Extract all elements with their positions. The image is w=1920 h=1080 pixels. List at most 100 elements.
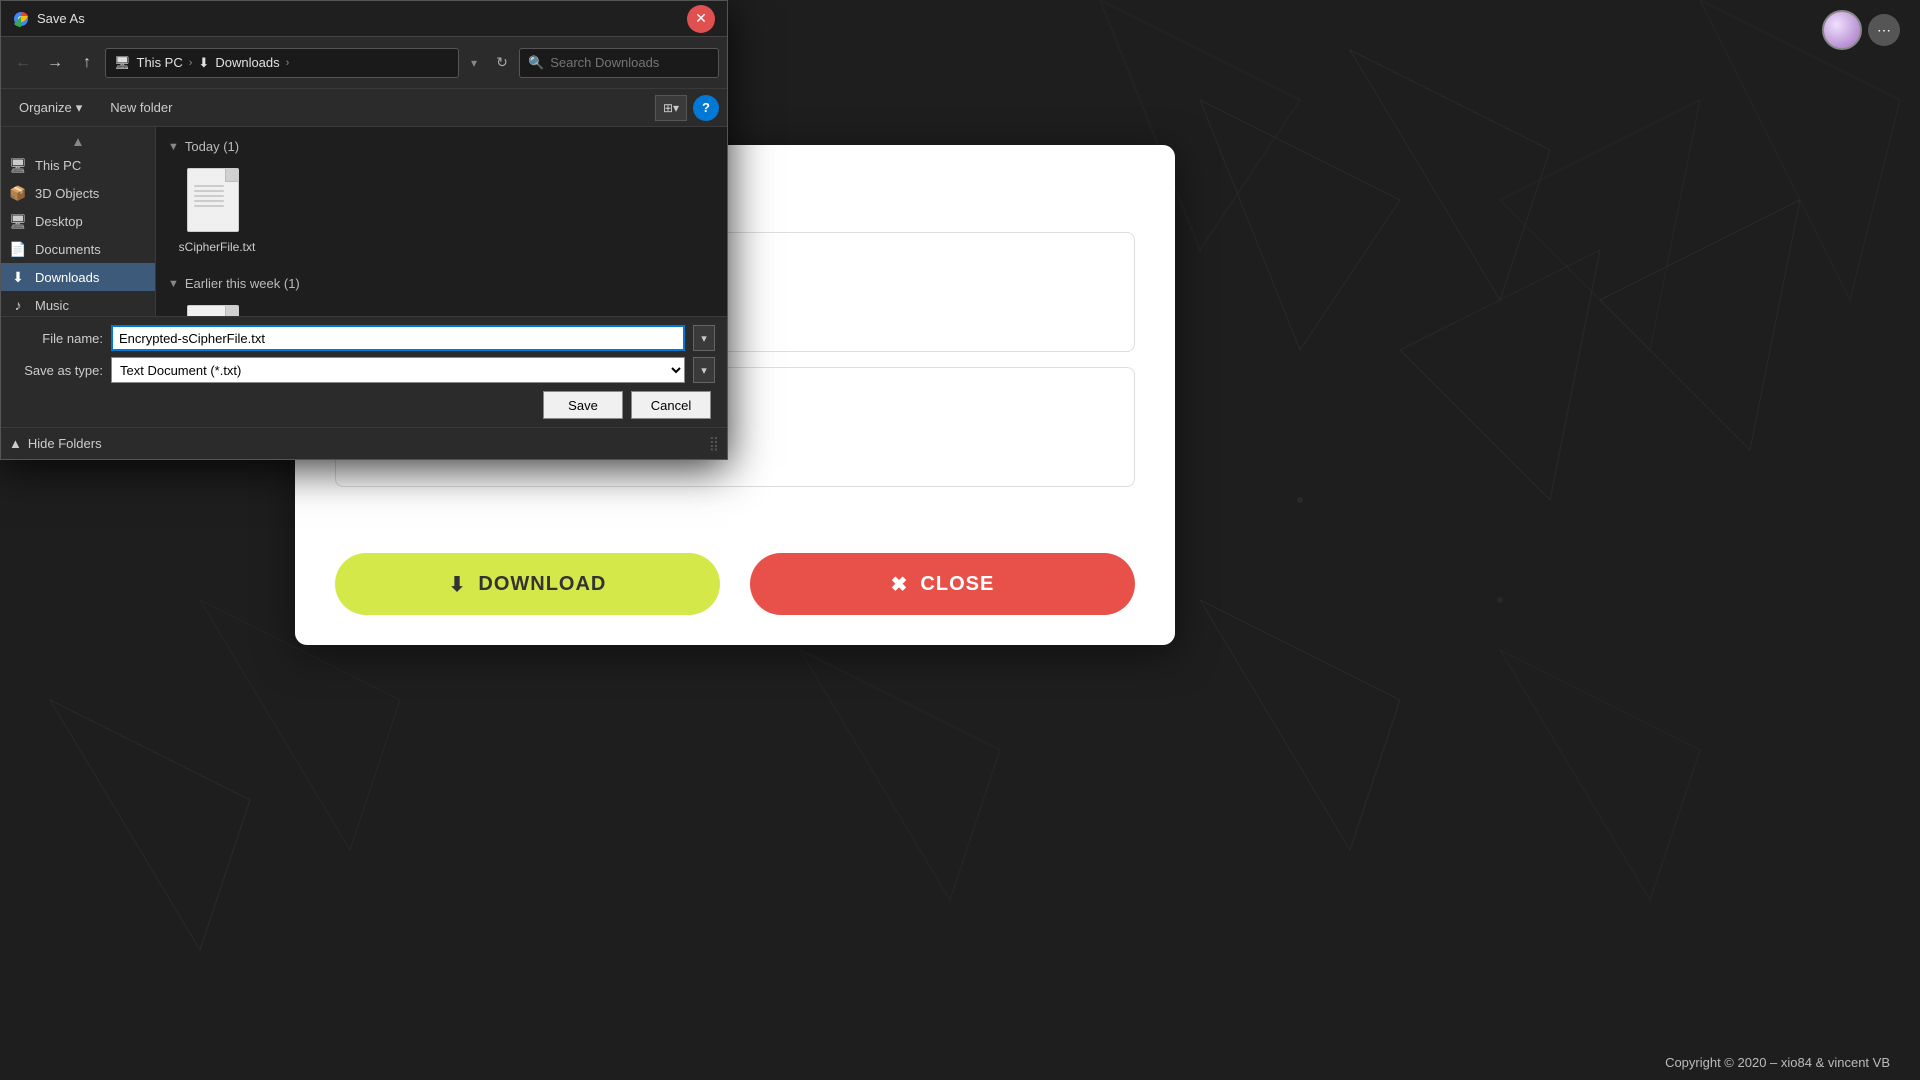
resize-handle: ⣿	[709, 435, 719, 452]
avatar-group: ⋯	[1822, 10, 1900, 50]
form-buttons: Save Cancel	[13, 391, 715, 419]
download-label: DOWNLOAD	[478, 573, 606, 596]
sidebar-item-this-pc[interactable]: 🖥 This PC	[1, 151, 155, 179]
sidebar-item-documents[interactable]: 📄 Documents	[1, 235, 155, 263]
file-item-scipher[interactable]: sCipherFile.txt	[172, 162, 262, 260]
sidebar-desktop-label: Desktop	[35, 214, 83, 229]
new-folder-label: New folder	[110, 100, 172, 115]
downloads-icon: ⬇	[198, 55, 209, 71]
sidebar-scroll-up[interactable]: ▲	[1, 131, 155, 151]
this-pc-icon: 🖥	[9, 156, 27, 174]
address-downloads: Downloads	[215, 55, 279, 70]
address-bar: 🖥 This PC › ⬇ Downloads ›	[105, 48, 459, 78]
file-icon	[187, 168, 247, 236]
organize-button[interactable]: Organize ▾	[9, 94, 92, 122]
dialog-title: Save As	[37, 11, 687, 26]
file-page	[187, 168, 239, 232]
savetype-select[interactable]: Text Document (*.txt)	[111, 357, 685, 383]
savetype-label: Save as type:	[13, 363, 103, 378]
sidebar-this-pc-label: This PC	[35, 158, 81, 173]
chrome-icon	[13, 11, 29, 27]
up-button[interactable]: ↑	[73, 49, 101, 77]
file-icon-earlier	[187, 305, 247, 316]
this-pc-icon: 🖥	[114, 55, 131, 71]
file-page-earlier	[187, 305, 239, 316]
new-folder-button[interactable]: New folder	[100, 94, 182, 122]
refresh-button[interactable]: ↻	[489, 50, 515, 76]
close-circle-icon: ✖	[891, 572, 909, 597]
earlier-chevron-icon[interactable]: ▼	[168, 278, 179, 290]
sidebar-3d-label: 3D Objects	[35, 186, 99, 201]
today-file-grid: sCipherFile.txt	[168, 162, 715, 260]
documents-icon: 📄	[9, 240, 27, 258]
toolbar-right: ⊞▾ ?	[655, 95, 719, 121]
view-button[interactable]: ⊞▾	[655, 95, 687, 121]
savetype-dropdown-button[interactable]: ▾	[693, 357, 715, 383]
download-button[interactable]: ⬇ DOWNLOAD	[335, 553, 720, 615]
cancel-button[interactable]: Cancel	[631, 391, 711, 419]
search-bar: 🔍	[519, 48, 719, 78]
savetype-row: Save as type: Text Document (*.txt) ▾	[13, 357, 715, 383]
dots-icon: ⋯	[1868, 14, 1900, 46]
dialog-files: ▼ Today (1)	[156, 127, 727, 316]
file-line	[194, 185, 224, 187]
chevron-up-icon: ▲	[9, 436, 22, 451]
download-icon: ⬇	[449, 572, 467, 597]
earlier-file-grid	[168, 299, 715, 316]
section-header-today: ▼ Today (1)	[168, 139, 715, 154]
address-this-pc: This PC	[137, 55, 183, 70]
address-chevron2: ›	[286, 57, 290, 69]
sidebar-downloads-label: Downloads	[35, 270, 99, 285]
address-chevron1: ›	[189, 57, 193, 69]
filename-dropdown-button[interactable]: ▾	[693, 325, 715, 351]
filename-row: File name: ▾	[13, 325, 715, 351]
forward-button[interactable]: →	[41, 49, 69, 77]
dialog-content: ▲ 🖥 This PC 📦 3D Objects 🖥 Desktop 📄 Doc…	[1, 127, 727, 316]
desktop-icon: 🖥	[9, 212, 27, 230]
sidebar-item-music[interactable]: ♪ Music	[1, 291, 155, 316]
music-icon: ♪	[9, 296, 27, 314]
section-earlier-label: Earlier this week (1)	[185, 276, 300, 291]
sidebar-item-desktop[interactable]: 🖥 Desktop	[1, 207, 155, 235]
today-chevron-icon[interactable]: ▼	[168, 141, 179, 153]
back-button[interactable]: ←	[9, 49, 37, 77]
address-dropdown-button[interactable]: ▾	[463, 52, 485, 74]
file-line	[194, 190, 224, 192]
action-toolbar: Organize ▾ New folder ⊞▾ ?	[1, 89, 727, 127]
file-line	[194, 205, 224, 207]
dialog-form: File name: ▾ Save as type: Text Document…	[1, 316, 727, 427]
close-label: CLOSE	[920, 573, 994, 596]
search-input[interactable]	[550, 55, 710, 70]
filename-label: File name:	[13, 331, 103, 346]
close-button[interactable]: ✖ CLOSE	[750, 553, 1135, 615]
section-today-label: Today (1)	[185, 139, 239, 154]
dialog-sidebar: ▲ 🖥 This PC 📦 3D Objects 🖥 Desktop 📄 Doc…	[1, 127, 156, 316]
3d-objects-icon: 📦	[9, 184, 27, 202]
sidebar-item-3d-objects[interactable]: 📦 3D Objects	[1, 179, 155, 207]
dialog-titlebar: Save As ✕	[1, 1, 727, 37]
help-button[interactable]: ?	[693, 95, 719, 121]
downloads-sidebar-icon: ⬇	[9, 268, 27, 286]
sidebar-item-downloads[interactable]: ⬇ Downloads	[1, 263, 155, 291]
filename-input[interactable]	[111, 325, 685, 351]
save-as-dialog: Save As ✕ ← → ↑ 🖥 This PC › ⬇ Downloads …	[0, 0, 728, 460]
hide-folders-button[interactable]: ▲ Hide Folders	[9, 436, 102, 451]
avatar	[1822, 10, 1862, 50]
organize-label: Organize	[19, 100, 72, 115]
copyright-text: Copyright © 2020 – xio84 & vincent VB	[1665, 1055, 1890, 1070]
sidebar-documents-label: Documents	[35, 242, 101, 257]
file-name-scipher: sCipherFile.txt	[179, 240, 256, 254]
hide-folders-bar: ▲ Hide Folders ⣿	[1, 427, 727, 459]
organize-chevron-icon: ▾	[76, 100, 83, 116]
search-icon: 🔍	[528, 55, 544, 71]
file-line	[194, 195, 224, 197]
hide-folders-label: Hide Folders	[28, 436, 102, 451]
section-header-earlier: ▼ Earlier this week (1)	[168, 276, 715, 291]
sidebar-music-label: Music	[35, 298, 69, 313]
dialog-close-button[interactable]: ✕	[687, 5, 715, 33]
file-page-lines	[194, 185, 224, 207]
footer: Copyright © 2020 – xio84 & vincent VB	[0, 1044, 1920, 1080]
bg-modal-buttons: ⬇ DOWNLOAD ✖ CLOSE	[335, 553, 1135, 615]
save-button[interactable]: Save	[543, 391, 623, 419]
file-item-earlier[interactable]	[172, 299, 262, 316]
